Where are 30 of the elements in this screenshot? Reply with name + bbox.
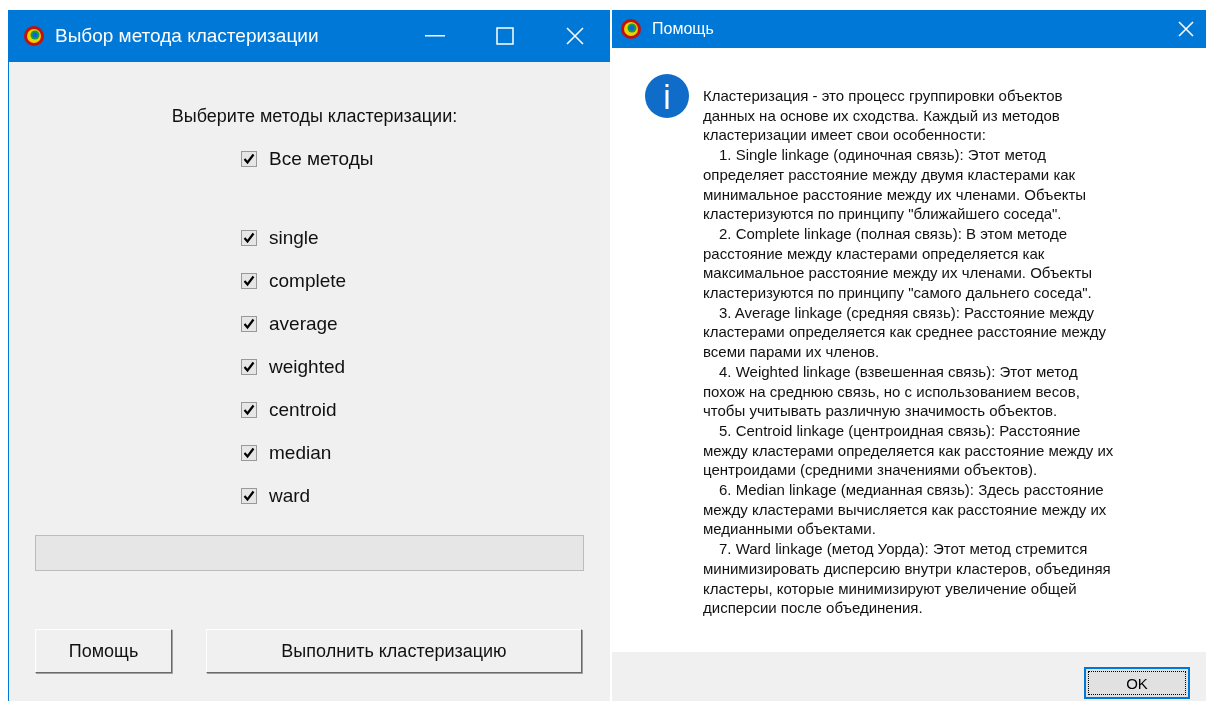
run-button[interactable]: Выполнить кластеризацию — [206, 629, 582, 673]
checkbox-label: complete — [269, 269, 347, 292]
app-icon — [620, 18, 642, 40]
checkbox-label: average — [269, 312, 338, 335]
checkbox[interactable] — [241, 401, 257, 418]
prompt-label: Выберите методы кластеризации: — [171, 106, 458, 127]
close-icon — [1178, 21, 1194, 37]
checkbox[interactable] — [241, 229, 257, 246]
checkbox-label: median — [269, 441, 332, 464]
checkbox[interactable] — [241, 444, 257, 461]
checkbox-label: Все методы — [269, 147, 374, 170]
checkbox-label: weighted — [269, 355, 346, 378]
ok-button[interactable]: OK — [1084, 667, 1190, 699]
minimize-icon — [425, 35, 445, 37]
close-icon — [566, 27, 584, 45]
checkbox-label: ward — [269, 484, 311, 507]
app-icon — [23, 25, 45, 47]
checkbox[interactable] — [241, 315, 257, 332]
help-button[interactable]: Помощь — [35, 629, 172, 673]
checkbox[interactable] — [241, 272, 257, 289]
help-text: Кластеризация - это процесс группировки объектов данных на основе их сходства. Каждый из методов кластеризации имеет свои особенности: 1. Single linkage (одиночная связь): Этот метод определяет расстояние между двумя кластерами как минимальное расстояние между их членами. Объекты кластеризуются по принципу "ближайшего соседа". 2. Complete linkage (полная связь): В этом методе расстояние между кластерами определяется как максимальное расстояние между их членами. Объекты кластеризуются по принципу "самого дальнего соседа". 3. Average linkage (средняя связь): Расстояние между кластерами определяется как среднее расстояние между всеми парами их членов. 4. Weighted linkage (взвешенная связь): Этот метод похож на среднюю связь, но с использованием весов, чтобы учитывать различную значимость объектов. 5. Centroid linkage (центроидная связь): Расстояние между кластерами определяется как расстояние между их центроидами (средними значениями объектов). 6. Median linkage (медианная связь): Здесь расстояние между кластерами вычисляется как расстояние между их медианными объектами. 7. Ward linkage (метод Уорда): Этот метод стремится минимизировать дисперсию внутри кластеров, объединяя кластеры, которые минимизируют увеличение общей дисперсии после объединения. — [703, 86, 1114, 619]
checkbox[interactable] — [241, 487, 257, 504]
maximize-icon — [496, 27, 514, 45]
window-title: Выбор метода кластеризации — [55, 25, 320, 47]
checkbox[interactable] — [241, 150, 257, 167]
window-title: Помощь — [652, 20, 715, 38]
checkbox[interactable] — [241, 358, 257, 375]
checkbox-label: centroid — [269, 398, 337, 421]
checkbox-label: single — [269, 226, 319, 249]
info-icon — [645, 74, 689, 118]
